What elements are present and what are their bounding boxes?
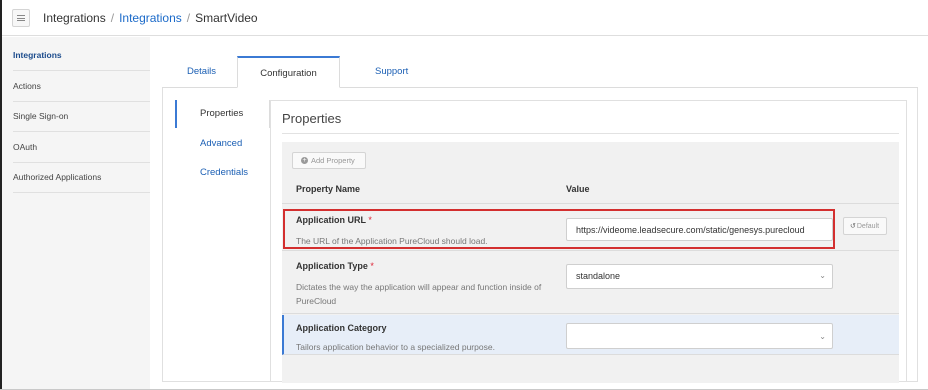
sidebar-item-actions[interactable]: Actions	[13, 72, 150, 102]
breadcrumb-separator: /	[186, 11, 191, 25]
undo-icon: ↺	[850, 223, 856, 230]
highlight-annotation	[283, 209, 835, 249]
tab-configuration[interactable]: Configuration	[237, 56, 340, 88]
top-bar: Integrations / Integrations / SmartVideo	[2, 0, 928, 36]
breadcrumb-separator: /	[110, 11, 115, 25]
property-name: Application Category	[296, 323, 387, 333]
subnav-item-credentials[interactable]: Credentials	[200, 167, 248, 178]
property-description: Tailors application behavior to a specia…	[296, 342, 495, 352]
chevron-down-icon: ⌄	[819, 332, 826, 341]
breadcrumb-integrations-link[interactable]: Integrations	[119, 11, 182, 25]
subnav-item-label: Properties	[200, 108, 244, 119]
breadcrumb-current: SmartVideo	[195, 11, 258, 25]
tab-details[interactable]: Details	[187, 56, 216, 88]
sidebar: Integrations Actions Single Sign-on OAut…	[2, 37, 150, 389]
properties-table: + Add Property Property Name Value Applic…	[282, 142, 899, 383]
column-header-property-name: Property Name	[296, 184, 361, 194]
application-type-select[interactable]: standalone ⌄	[566, 264, 833, 289]
application-category-select[interactable]: ⌄	[566, 323, 833, 349]
tab-bar: Details Configuration Support	[162, 56, 918, 88]
menu-toggle-button[interactable]	[12, 9, 30, 27]
add-property-button[interactable]: + Add Property	[292, 152, 366, 169]
sidebar-item-oauth[interactable]: OAuth	[13, 133, 150, 163]
chevron-down-icon: ⌄	[819, 271, 826, 280]
menu-icon	[17, 15, 25, 21]
table-row: Application Type * Dictates the way the …	[282, 252, 899, 314]
breadcrumb: Integrations / Integrations / SmartVideo	[43, 11, 258, 25]
page-title: Properties	[282, 111, 342, 126]
sidebar-item-single-sign-on[interactable]: Single Sign-on	[13, 102, 150, 132]
subnav-item-properties[interactable]: Properties	[175, 100, 270, 128]
sidebar-item-authorized-applications[interactable]: Authorized Applications	[13, 163, 150, 193]
property-description: Dictates the way the application will ap…	[296, 282, 542, 306]
property-name-text: Application Type	[296, 261, 368, 271]
plus-circle-icon: +	[301, 157, 308, 164]
divider	[282, 133, 899, 134]
column-header-value: Value	[566, 184, 590, 194]
select-value: standalone	[576, 271, 621, 281]
table-row: Application Category Tailors application…	[282, 315, 899, 355]
default-button[interactable]: ↺Default	[843, 217, 887, 235]
subnav-item-advanced[interactable]: Advanced	[200, 138, 242, 149]
breadcrumb-root: Integrations	[43, 11, 106, 25]
default-button-label: Default	[856, 223, 880, 230]
sidebar-item-integrations[interactable]: Integrations	[13, 41, 150, 71]
tab-support[interactable]: Support	[375, 56, 408, 88]
required-marker: *	[370, 261, 374, 271]
add-property-label: Add Property	[311, 156, 355, 165]
property-name: Application Type *	[296, 261, 374, 271]
